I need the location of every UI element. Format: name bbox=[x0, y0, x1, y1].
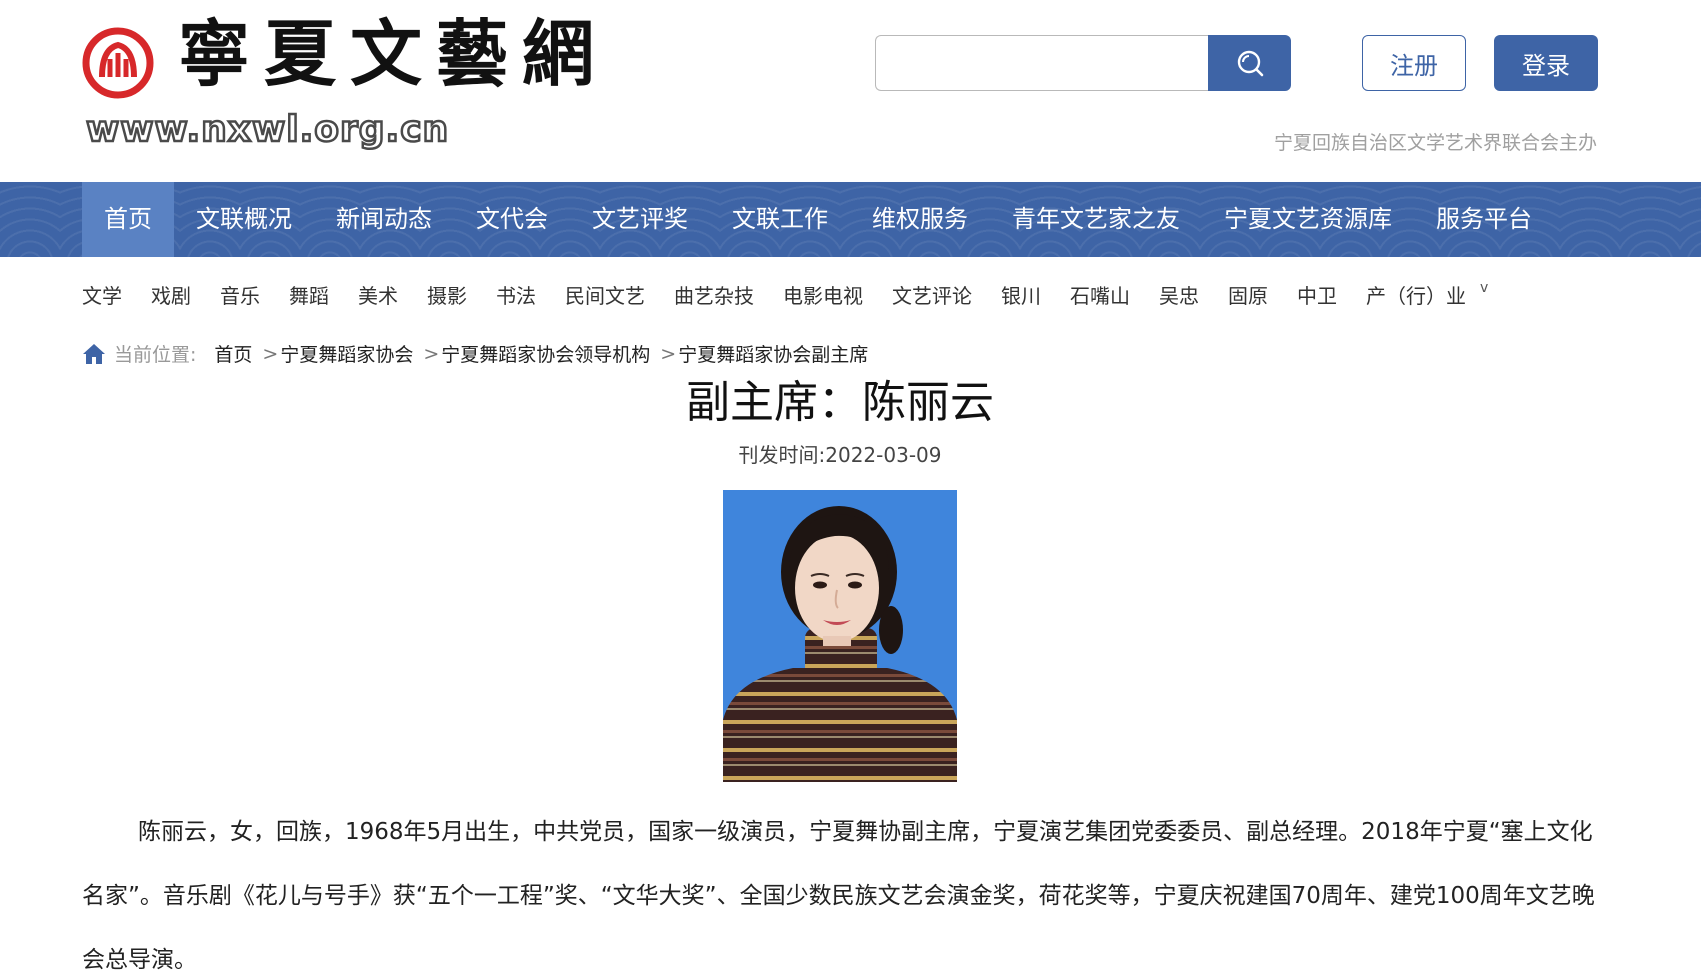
subnav-item[interactable]: 戏剧 bbox=[151, 280, 191, 309]
nav-item-services[interactable]: 服务平台 bbox=[1414, 182, 1554, 257]
nav-item-overview[interactable]: 文联概况 bbox=[174, 182, 314, 257]
chevron-down-icon[interactable]: v bbox=[1480, 280, 1488, 296]
search-input[interactable] bbox=[875, 35, 1208, 91]
register-button[interactable]: 注册 bbox=[1362, 35, 1466, 91]
breadcrumb-label: 当前位置: bbox=[114, 344, 197, 366]
subnav-item[interactable]: 书法 bbox=[496, 280, 536, 309]
search-icon bbox=[1237, 50, 1263, 77]
search-button[interactable] bbox=[1208, 35, 1291, 91]
subnav-item-industry[interactable]: 产（行）业 v bbox=[1366, 280, 1488, 309]
subnav-item[interactable]: 银川 bbox=[1001, 280, 1041, 309]
subnav-item[interactable]: 民间文艺 bbox=[565, 280, 645, 309]
subnav-item-label: 产（行）业 bbox=[1366, 284, 1466, 308]
article-body: 陈丽云，女，回族，1968年5月出生，中共党员，国家一级演员，宁夏舞协副主席，宁… bbox=[82, 819, 1595, 973]
subnav-item[interactable]: 石嘴山 bbox=[1070, 280, 1130, 309]
nav-item-news[interactable]: 新闻动态 bbox=[314, 182, 454, 257]
subnav-item[interactable]: 文艺评论 bbox=[892, 280, 972, 309]
subnav-item[interactable]: 美术 bbox=[358, 280, 398, 309]
subnav-item[interactable]: 固原 bbox=[1228, 280, 1268, 309]
host-organization: 宁夏回族自治区文学艺术界联合会主办 bbox=[1273, 132, 1597, 154]
nav-item-youth[interactable]: 青年文艺家之友 bbox=[990, 182, 1202, 257]
subnav-item[interactable]: 曲艺杂技 bbox=[674, 280, 754, 309]
portrait-photo bbox=[723, 490, 957, 782]
nav-item-home[interactable]: 首页 bbox=[82, 182, 174, 257]
nav-item-rights[interactable]: 维权服务 bbox=[850, 182, 990, 257]
subnav-item[interactable]: 摄影 bbox=[427, 280, 467, 309]
subnav-item[interactable]: 舞蹈 bbox=[289, 280, 329, 309]
subnav-item[interactable]: 吴忠 bbox=[1159, 280, 1199, 309]
breadcrumb-separator: > bbox=[423, 342, 440, 365]
site-logo-url[interactable]: www.nxwl.org.cn bbox=[85, 110, 450, 149]
publish-date: 刊发时间:2022-03-09 bbox=[738, 443, 942, 467]
nav-item-congress[interactable]: 文代会 bbox=[454, 182, 570, 257]
home-icon bbox=[83, 343, 105, 364]
nav-item-awards[interactable]: 文艺评奖 bbox=[570, 182, 710, 257]
nav-item-resources[interactable]: 宁夏文艺资源库 bbox=[1202, 182, 1414, 257]
site-logo-title[interactable]: 寧夏文藝網 bbox=[178, 18, 608, 90]
breadcrumb-link-home[interactable]: 首页 bbox=[214, 340, 252, 367]
subnav-item[interactable]: 文学 bbox=[82, 280, 122, 309]
breadcrumb-link-leadership[interactable]: 宁夏舞蹈家协会领导机构 bbox=[441, 340, 650, 367]
nav-item-work[interactable]: 文联工作 bbox=[710, 182, 850, 257]
main-nav: 首页 文联概况 新闻动态 文代会 文艺评奖 文联工作 维权服务 青年文艺家之友 … bbox=[0, 182, 1701, 257]
logo-seal-icon[interactable] bbox=[82, 27, 154, 99]
subnav-item[interactable]: 中卫 bbox=[1297, 280, 1337, 309]
article-title: 副主席：陈丽云 bbox=[686, 377, 994, 428]
breadcrumb-separator: > bbox=[262, 342, 279, 365]
login-button[interactable]: 登录 bbox=[1494, 35, 1598, 91]
subnav-item[interactable]: 音乐 bbox=[220, 280, 260, 309]
portrait-illustration bbox=[723, 490, 957, 782]
subnav-item[interactable]: 电影电视 bbox=[783, 280, 863, 309]
sub-nav: 文学 戏剧 音乐 舞蹈 美术 摄影 书法 民间文艺 曲艺杂技 电影电视 文艺评论… bbox=[82, 280, 1517, 309]
breadcrumb-link-vice-chair[interactable]: 宁夏舞蹈家协会副主席 bbox=[678, 340, 868, 367]
breadcrumb-separator: > bbox=[660, 342, 677, 365]
breadcrumb-link-association[interactable]: 宁夏舞蹈家协会 bbox=[280, 340, 413, 367]
breadcrumb: 当前位置: 首页 > 宁夏舞蹈家协会 > 宁夏舞蹈家协会领导机构 > 宁夏舞蹈家… bbox=[82, 340, 868, 367]
